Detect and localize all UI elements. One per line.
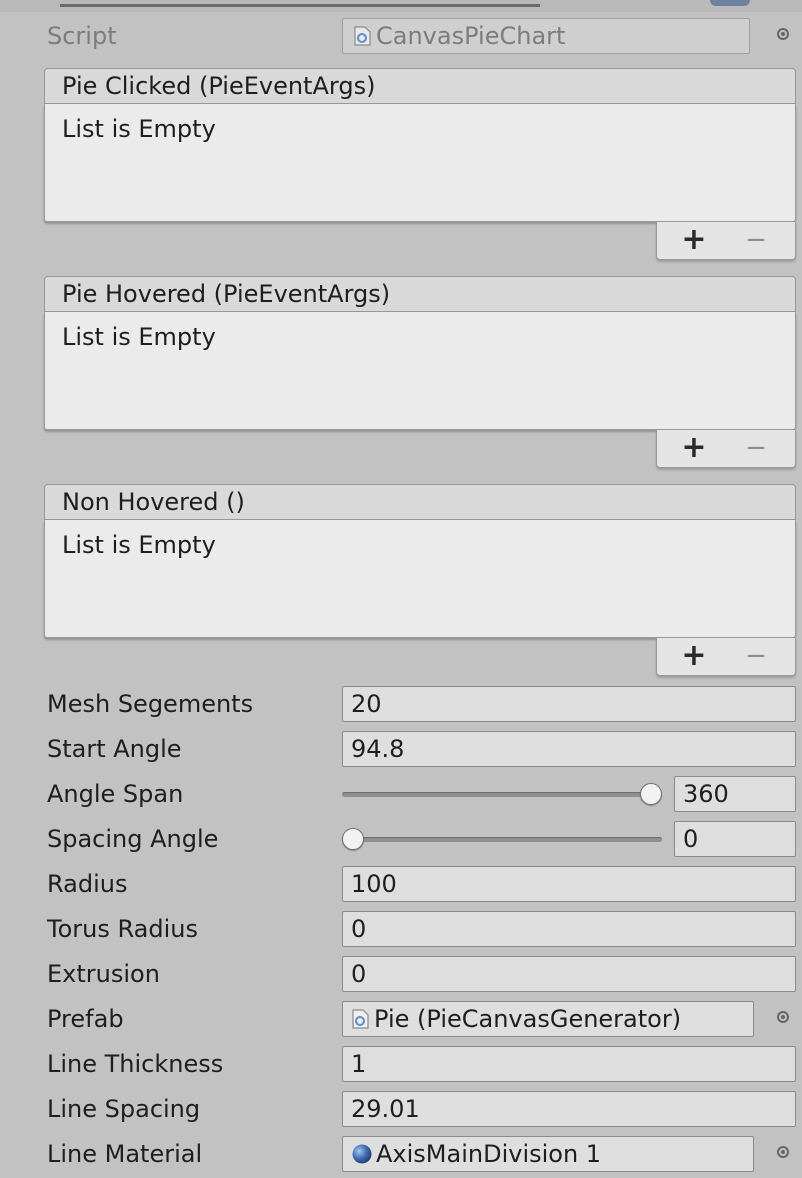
add-listener-button[interactable]: + [679,638,709,674]
prefab-label: Prefab [47,1005,124,1033]
torus-radius-label: Torus Radius [47,915,198,943]
line-material-value: AxisMainDivision 1 [376,1140,602,1168]
component-header-remnant [60,0,540,7]
remove-listener-button[interactable]: − [741,638,771,674]
add-listener-button[interactable]: + [679,222,709,258]
extrusion-row: Extrusion 0 [0,954,802,994]
event-list: List is Empty [44,312,796,430]
spacing-angle-input[interactable]: 0 [674,821,796,857]
prefab-value: Pie (PieCanvasGenerator) [374,1005,682,1033]
event-list-footer: + − [656,222,796,260]
mesh-segments-row: Mesh Segements 20 [0,684,802,724]
event-title: Non Hovered () [44,484,796,520]
line-spacing-label: Line Spacing [47,1095,201,1123]
spacing-angle-slider[interactable] [342,837,662,842]
line-material-label: Line Material [47,1140,203,1168]
line-material-row: Line Material AxisMainDivision 1 [0,1134,802,1174]
spacing-angle-row: Spacing Angle 0 [0,819,802,859]
pie-hovered-event: Pie Hovered (PieEventArgs) List is Empty… [44,276,796,468]
event-list-footer: + − [656,430,796,468]
extrusion-label: Extrusion [47,960,160,988]
prefab-object-field[interactable]: Pie (PieCanvasGenerator) [342,1001,754,1037]
event-title: Pie Clicked (PieEventArgs) [44,68,796,104]
angle-span-slider[interactable] [342,792,662,797]
line-spacing-row: Line Spacing 29.01 [0,1089,802,1129]
angle-span-row: Angle Span 360 [0,774,802,814]
radius-row: Radius 100 [0,864,802,904]
event-list-footer: + − [656,638,796,676]
remove-listener-button[interactable]: − [741,430,771,466]
script-file-icon [352,1009,369,1029]
inspector-header-strip [0,0,802,12]
prefab-row: Prefab Pie (PieCanvasGenerator) [0,999,802,1039]
torus-radius-row: Torus Radius 0 [0,909,802,949]
start-angle-label: Start Angle [47,735,182,763]
line-thickness-input[interactable]: 1 [342,1046,796,1082]
radius-input[interactable]: 100 [342,866,796,902]
line-spacing-input[interactable]: 29.01 [342,1091,796,1127]
script-name: CanvasPieChart [376,22,566,50]
material-sphere-icon [352,1144,372,1164]
script-row: Script CanvasPieChart [0,16,802,56]
angle-span-input[interactable]: 360 [674,776,796,812]
radius-label: Radius [47,870,128,898]
object-picker-icon[interactable] [772,1007,794,1029]
line-thickness-label: Line Thickness [47,1050,224,1078]
non-hovered-event: Non Hovered () List is Empty + − [44,484,796,676]
script-file-icon [354,26,371,46]
angle-span-slider-thumb[interactable] [640,783,662,805]
spacing-angle-label: Spacing Angle [47,825,219,853]
extrusion-input[interactable]: 0 [342,956,796,992]
mesh-segments-label: Mesh Segements [47,690,254,718]
spacing-angle-slider-thumb[interactable] [342,828,364,850]
pie-clicked-event: Pie Clicked (PieEventArgs) List is Empty… [44,68,796,260]
torus-radius-input[interactable]: 0 [342,911,796,947]
script-field[interactable]: CanvasPieChart [342,18,750,54]
remove-listener-button[interactable]: − [741,222,771,258]
line-thickness-row: Line Thickness 1 [0,1044,802,1084]
mesh-segments-input[interactable]: 20 [342,686,796,722]
start-angle-input[interactable]: 94.8 [342,731,796,767]
object-picker-icon[interactable] [772,24,794,46]
help-icon[interactable] [710,0,750,6]
event-list: List is Empty [44,104,796,222]
script-label: Script [47,22,117,50]
add-listener-button[interactable]: + [679,430,709,466]
event-list: List is Empty [44,520,796,638]
event-title: Pie Hovered (PieEventArgs) [44,276,796,312]
start-angle-row: Start Angle 94.8 [0,729,802,769]
object-picker-icon[interactable] [772,1142,794,1164]
line-material-object-field[interactable]: AxisMainDivision 1 [342,1136,754,1172]
angle-span-label: Angle Span [47,780,184,808]
